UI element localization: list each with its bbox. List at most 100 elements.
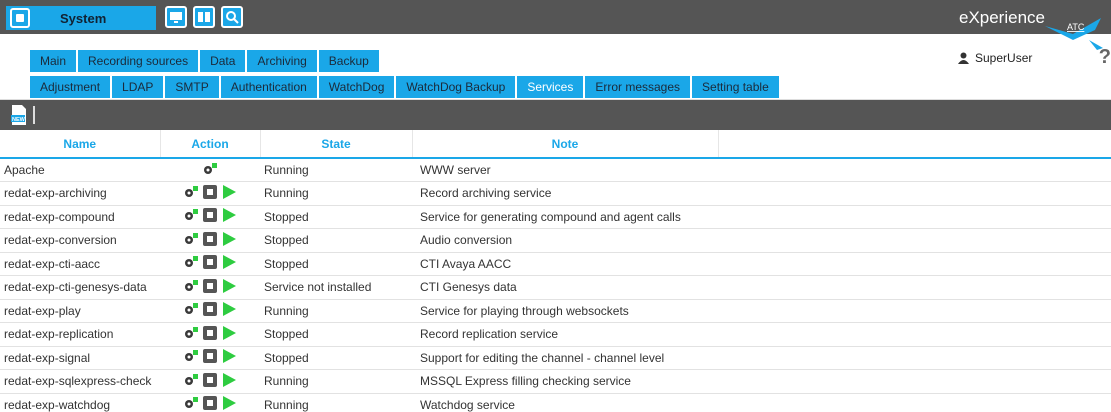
logo-text: ATC <box>1067 22 1085 32</box>
service-state: Service not installed <box>260 275 412 300</box>
stop-service-icon[interactable] <box>202 231 218 250</box>
table-row[interactable]: redat-exp-replication Stopped Record repli… <box>0 322 1111 347</box>
service-settings-icon[interactable] <box>183 348 199 367</box>
table-row[interactable]: redat-exp-watchdog Running Watchdog servic… <box>0 393 1111 412</box>
stop-service-icon[interactable] <box>202 207 218 226</box>
service-name: redat-exp-cti-aacc <box>0 252 160 276</box>
service-settings-icon[interactable] <box>183 301 199 320</box>
subtab-error-messages[interactable]: Error messages <box>585 76 691 98</box>
start-service-icon[interactable] <box>221 348 237 367</box>
brand-title: eXperience <box>958 8 1045 27</box>
column-header-name[interactable]: Name <box>0 130 161 159</box>
service-state: Stopped <box>260 252 412 276</box>
column-header-state[interactable]: State <box>260 130 413 159</box>
service-note: Service for playing through websockets <box>412 299 718 323</box>
table-row[interactable]: redat-exp-compound Stopped Service for gen… <box>0 205 1111 229</box>
service-settings-icon[interactable] <box>183 278 199 297</box>
book-icon <box>198 12 210 22</box>
main-tabs: Main Recording sources Data Archiving Backup <box>30 50 381 72</box>
service-actions <box>160 228 260 253</box>
service-state: Stopped <box>260 346 412 370</box>
service-note: Audio conversion <box>412 228 718 253</box>
service-settings-icon[interactable] <box>183 254 199 273</box>
stop-service-icon[interactable] <box>202 254 218 273</box>
start-service-icon[interactable] <box>221 301 237 320</box>
new-file-label: NEW <box>12 117 26 123</box>
service-settings-icon[interactable] <box>183 372 199 391</box>
service-settings-icon[interactable] <box>183 395 199 412</box>
service-actions <box>160 275 260 300</box>
table-row[interactable]: redat-exp-archiving Running Record archivi… <box>0 181 1111 206</box>
row-filler <box>718 181 1111 206</box>
service-settings-icon[interactable] <box>183 184 199 203</box>
table-row[interactable]: redat-exp-sqlexpress-check Running MSSQL E… <box>0 369 1111 394</box>
subtab-watchdog[interactable]: WatchDog <box>318 76 395 98</box>
start-service-icon[interactable] <box>221 395 237 412</box>
service-settings-icon[interactable] <box>183 207 199 226</box>
service-state: Stopped <box>260 322 412 347</box>
monitor-button[interactable] <box>165 6 187 28</box>
service-state: Stopped <box>260 228 412 253</box>
service-name: redat-exp-cti-genesys-data <box>0 275 160 300</box>
subtab-watchdog-backup[interactable]: WatchDog Backup <box>396 76 516 98</box>
start-service-icon[interactable] <box>221 207 237 226</box>
service-note: MSSQL Express filling checking service <box>412 369 718 394</box>
tab-recording-sources[interactable]: Recording sources <box>78 50 199 72</box>
stop-service-icon[interactable] <box>202 184 218 203</box>
service-note: CTI Genesys data <box>412 275 718 300</box>
help-button[interactable]: ? <box>1099 46 1111 69</box>
service-name: redat-exp-play <box>0 299 160 323</box>
tab-main[interactable]: Main <box>30 50 77 72</box>
stop-service-icon[interactable] <box>202 325 218 344</box>
start-service-icon[interactable] <box>221 254 237 273</box>
new-file-button[interactable]: NEW <box>10 104 28 126</box>
subtab-ldap[interactable]: LDAP <box>112 76 164 98</box>
system-menu-button[interactable]: System <box>6 6 156 30</box>
start-service-icon[interactable] <box>221 325 237 344</box>
table-row[interactable]: redat-exp-conversion Stopped Audio convers… <box>0 228 1111 253</box>
service-name: redat-exp-compound <box>0 205 160 229</box>
stop-service-icon[interactable] <box>202 395 218 412</box>
tab-archiving[interactable]: Archiving <box>247 50 317 72</box>
book-button[interactable] <box>193 6 215 28</box>
table-row[interactable]: redat-exp-cti-genesys-data Service not in… <box>0 275 1111 300</box>
stop-service-icon[interactable] <box>202 372 218 391</box>
toolbar-divider <box>33 106 35 124</box>
system-label: System <box>60 10 107 26</box>
stop-service-icon[interactable] <box>202 348 218 367</box>
search-button[interactable] <box>221 6 243 28</box>
subtab-setting-table[interactable]: Setting table <box>692 76 779 98</box>
user-icon <box>958 52 969 64</box>
start-service-icon[interactable] <box>221 372 237 391</box>
table-row[interactable]: redat-exp-cti-aacc Stopped CTI Avaya AACC <box>0 252 1111 276</box>
service-settings-icon[interactable] <box>183 325 199 344</box>
column-header-note[interactable]: Note <box>412 130 719 159</box>
tab-data[interactable]: Data <box>200 50 246 72</box>
user-menu[interactable]: SuperUser <box>958 51 1032 65</box>
service-settings-icon[interactable] <box>202 161 218 180</box>
user-name: SuperUser <box>975 51 1033 65</box>
sub-tabs: Adjustment LDAP SMTP Authentication WatchDog… <box>30 76 781 98</box>
service-name: redat-exp-signal <box>0 346 160 370</box>
subtab-adjustment[interactable]: Adjustment <box>30 76 111 98</box>
row-filler <box>718 205 1111 229</box>
row-filler <box>718 393 1111 412</box>
subtab-services[interactable]: Services <box>517 76 584 98</box>
row-filler <box>718 322 1111 347</box>
service-settings-icon[interactable] <box>183 231 199 250</box>
column-header-action[interactable]: Action <box>160 130 261 159</box>
table-row[interactable]: redat-exp-signal Stopped Support for editi… <box>0 346 1111 370</box>
table-row[interactable]: redat-exp-play Running Service for playing… <box>0 299 1111 323</box>
subtab-authentication[interactable]: Authentication <box>220 76 317 98</box>
row-filler <box>718 369 1111 394</box>
tab-backup[interactable]: Backup <box>318 50 379 72</box>
service-actions <box>160 181 260 206</box>
table-row[interactable]: Apache Running WWW server <box>0 158 1111 182</box>
start-service-icon[interactable] <box>221 278 237 297</box>
subtab-smtp[interactable]: SMTP <box>165 76 219 98</box>
start-service-icon[interactable] <box>221 231 237 250</box>
stop-service-icon[interactable] <box>202 278 218 297</box>
service-note: WWW server <box>412 158 718 182</box>
stop-service-icon[interactable] <box>202 301 218 320</box>
start-service-icon[interactable] <box>221 184 237 203</box>
